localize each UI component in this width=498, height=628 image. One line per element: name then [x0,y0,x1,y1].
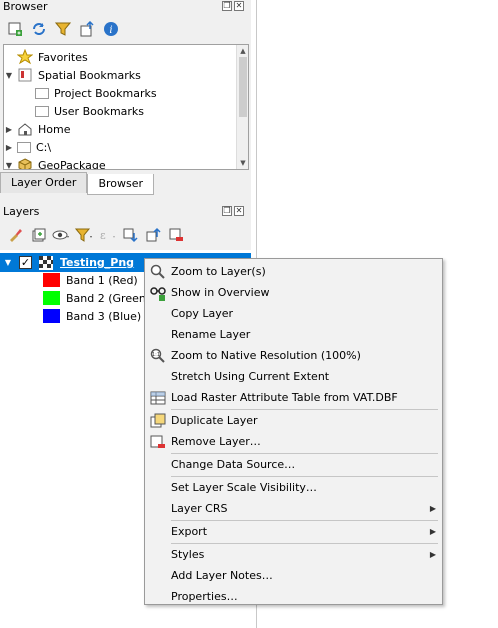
close-icon[interactable]: ✕ [234,206,244,216]
menu-item-rename-layer[interactable]: Rename Layer [145,324,442,345]
tab-browser[interactable]: Browser [87,174,155,195]
expression-filter-icon: ε [98,226,116,244]
tree-item-spatial-bookmarks[interactable]: ▼ Spatial Bookmarks [4,66,141,84]
svg-text:ε: ε [100,229,106,242]
close-icon[interactable]: ✕ [234,1,244,11]
filter-icon[interactable] [54,20,72,38]
layer-name: Testing_Png [60,256,135,269]
menu-item-layer-crs[interactable]: Layer CRS ▶ [145,498,442,519]
info-icon[interactable]: i [102,20,120,38]
tree-item-user-bookmarks[interactable]: User Bookmarks [35,102,144,120]
visibility-eye-icon[interactable] [52,226,70,244]
tree-item-label: Home [38,122,71,136]
refresh-icon[interactable] [30,20,48,38]
float-icon[interactable]: ❐ [222,1,232,11]
chevron-right-icon: ▶ [429,504,436,513]
layers-title-buttons: ❐ ✕ [222,206,244,216]
menu-item-scale-visibility[interactable]: Set Layer Scale Visibility… [145,477,442,498]
layer-visibility-checkbox[interactable]: ✓ [19,256,32,269]
geopackage-icon [18,158,32,169]
layers-toolbar: ε [6,226,185,244]
band-row-green: Band 2 (Green) [43,289,150,307]
collapse-all-icon[interactable] [144,226,162,244]
band-row-blue: Band 3 (Blue) [43,307,141,325]
chevron-down-icon[interactable]: ▼ [3,258,13,267]
tree-item-home[interactable]: ▶ Home [4,120,70,138]
overview-icon [150,287,166,301]
band-color-swatch [43,291,60,305]
tree-item-project-bookmarks[interactable]: Project Bookmarks [35,84,157,102]
menu-item-copy-layer[interactable]: Copy Layer [145,303,442,324]
scroll-thumb[interactable] [239,57,247,117]
zoom-layer-icon [150,264,165,279]
chevron-right-icon: ▶ [429,527,436,536]
tree-item-label: User Bookmarks [54,104,145,118]
menu-item-remove-layer[interactable]: Remove Layer… [145,431,442,452]
browser-title-buttons: ❐ ✕ [222,1,244,11]
native-resolution-icon: 1:1 [150,348,165,363]
attribute-table-icon [150,391,166,405]
folder-icon [35,87,49,99]
expand-all-icon[interactable] [121,226,139,244]
browser-toolbar: i [6,20,120,38]
menu-item-load-raster-attribute-table[interactable]: Load Raster Attribute Table from VAT.DBF [145,387,442,408]
tree-item-label: GeoPackage [38,158,106,170]
band-label: Band 2 (Green) [66,291,151,305]
band-label: Band 3 (Blue) [66,309,142,323]
add-selected-layers-icon[interactable] [6,20,24,38]
menu-item-add-layer-notes[interactable]: Add Layer Notes… [145,565,442,586]
style-brush-icon[interactable] [6,226,24,244]
tree-item-geopackage[interactable]: ▼ GeoPackage [4,156,106,170]
menu-item-show-in-overview[interactable]: Show in Overview [145,282,442,303]
menu-item-duplicate-layer[interactable]: Duplicate Layer [145,410,442,431]
chevron-down-icon[interactable]: ▼ [4,71,14,80]
menu-item-stretch[interactable]: Stretch Using Current Extent [145,366,442,387]
scroll-up-icon[interactable]: ▲ [237,45,248,57]
tree-item-favorites[interactable]: Favorites [7,48,88,66]
chevron-right-icon[interactable]: ▶ [4,143,14,152]
menu-item-properties[interactable]: Properties… [145,586,442,607]
band-color-swatch [43,309,60,323]
remove-layer-icon[interactable] [167,226,185,244]
tree-item-label: Project Bookmarks [54,86,157,100]
layers-panel-title: Layers [3,205,40,218]
scroll-down-icon[interactable]: ▼ [237,157,248,169]
svg-text:i: i [109,25,112,36]
chevron-down-icon[interactable]: ▼ [4,161,14,170]
menu-item-zoom-native[interactable]: 1:1 Zoom to Native Resolution (100%) [145,345,442,366]
chevron-right-icon: ▶ [429,550,436,559]
band-label: Band 1 (Red) [66,273,138,287]
bookmarks-icon [18,68,32,82]
browser-panel-title: Browser [3,0,48,13]
svg-text:1:1: 1:1 [152,352,160,358]
layer-context-menu: Zoom to Layer(s) Show in Overview Copy L… [144,258,443,605]
filter-legend-icon[interactable] [75,226,93,244]
browser-scrollbar[interactable]: ▲ ▼ [236,45,248,169]
chevron-right-icon[interactable]: ▶ [4,125,14,134]
band-color-swatch [43,273,60,287]
browser-tree[interactable]: Favorites ▼ Spatial Bookmarks Project Bo… [3,44,249,170]
menu-item-styles[interactable]: Styles ▶ [145,544,442,565]
raster-layer-icon [39,255,53,270]
tree-item-c-drive[interactable]: ▶ C:\ [4,138,51,156]
home-icon [18,123,32,136]
tree-item-label: Favorites [38,50,88,64]
collapse-all-icon[interactable] [78,20,96,38]
folder-icon [35,105,49,117]
tab-layer-order[interactable]: Layer Order [0,172,88,193]
star-icon [17,49,33,65]
float-icon[interactable]: ❐ [222,206,232,216]
duplicate-icon [150,413,166,428]
tree-item-label: C:\ [36,140,52,154]
menu-item-zoom-to-layers[interactable]: Zoom to Layer(s) [145,261,442,282]
band-row-red: Band 1 (Red) [43,271,138,289]
dock-tabs: Layer Order Browser [0,172,155,195]
folder-icon [17,141,31,153]
add-group-icon[interactable] [29,226,47,244]
menu-item-change-data-source[interactable]: Change Data Source… [145,454,442,475]
tree-item-label: Spatial Bookmarks [38,68,141,82]
remove-icon [150,435,165,448]
menu-item-export[interactable]: Export ▶ [145,521,442,542]
